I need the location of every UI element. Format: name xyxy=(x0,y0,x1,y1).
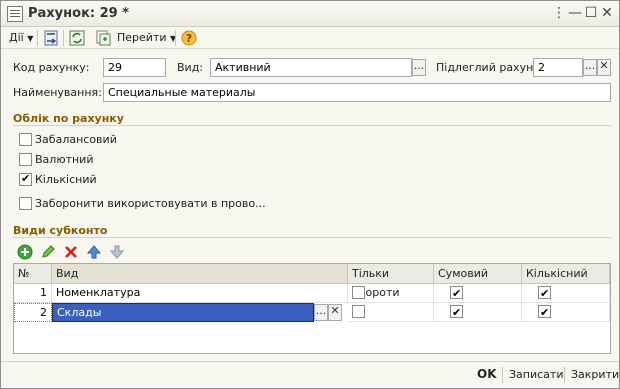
quantity-label: Кількісний xyxy=(35,173,97,186)
sum-cell[interactable] xyxy=(434,303,522,322)
toolbar-separator xyxy=(63,30,64,46)
row-kind-cell[interactable]: Номенклатура xyxy=(52,284,348,303)
toolbar-separator xyxy=(37,30,38,46)
account-dialog: Рахунок: 29 * ⋮ — ☐ ✕ Дії ▼ Перейти ▼ ? xyxy=(0,0,620,389)
off-balance-checkbox[interactable] xyxy=(19,133,32,146)
turnover-only-checkbox[interactable] xyxy=(352,286,365,299)
section-divider xyxy=(13,125,611,126)
close-button[interactable]: Закрити xyxy=(571,368,619,381)
kind-clear-button[interactable]: ✕ xyxy=(328,304,342,321)
window-title: Рахунок: 29 * xyxy=(28,6,130,21)
svg-text:?: ? xyxy=(186,32,192,45)
save-and-close-icon[interactable] xyxy=(43,30,59,46)
quantity-checkbox[interactable] xyxy=(19,172,32,186)
goto-menu[interactable]: Перейти ▼ xyxy=(117,29,176,47)
parent-label: Підлеглий рахун... xyxy=(436,61,544,74)
code-label: Код рахунку: xyxy=(13,61,90,74)
section-divider xyxy=(13,237,611,238)
parent-field[interactable]: 2 xyxy=(533,58,583,77)
code-field[interactable]: 29 xyxy=(103,58,166,77)
turnover-only-cell[interactable] xyxy=(348,303,434,322)
row-kind-edit-field[interactable]: Склады xyxy=(52,303,314,322)
accounting-section-title: Облік по рахунку xyxy=(13,112,124,125)
type-label: Вид: xyxy=(177,61,204,74)
move-down-icon[interactable] xyxy=(109,244,125,260)
kind-select-button[interactable]: ... xyxy=(314,304,328,321)
off-balance-label: Забалансовий xyxy=(35,133,117,146)
actions-menu-label: Дії xyxy=(9,31,24,44)
document-icon xyxy=(7,6,23,22)
actions-menu[interactable]: Дії ▼ xyxy=(9,29,33,47)
column-header-turnover-only[interactable]: Тільки обороти xyxy=(348,264,434,299)
sum-checkbox[interactable] xyxy=(450,285,463,303)
maximize-button[interactable]: ☐ xyxy=(583,5,599,21)
title-bar: Рахунок: 29 * ⋮ — ☐ ✕ xyxy=(1,1,619,27)
quantity-cell[interactable] xyxy=(522,284,610,303)
currency-label: Валютний xyxy=(35,153,94,166)
subconto-table: № Вид Тільки обороти Сумовий Кількісний … xyxy=(13,263,611,354)
quantity-row-checkbox[interactable] xyxy=(538,285,551,303)
move-up-icon[interactable] xyxy=(86,244,102,260)
quantity-cell[interactable] xyxy=(522,303,610,322)
goto-menu-label: Перейти xyxy=(117,31,167,44)
footer-separator xyxy=(564,367,565,383)
parent-clear-button[interactable]: ✕ xyxy=(597,59,611,76)
column-header-number[interactable]: № xyxy=(14,264,52,284)
help-icon[interactable]: ? xyxy=(181,30,197,46)
type-field[interactable]: Активний xyxy=(210,58,412,77)
parent-select-button[interactable]: ... xyxy=(583,59,597,76)
row-number: 1 xyxy=(14,284,52,303)
column-header-quantity[interactable]: Кількісний xyxy=(522,264,610,284)
currency-checkbox[interactable] xyxy=(19,153,32,166)
ok-button[interactable]: OK xyxy=(477,367,497,381)
sum-cell[interactable] xyxy=(434,284,522,303)
edit-icon[interactable] xyxy=(40,244,56,260)
save-button[interactable]: Записати xyxy=(509,368,563,381)
subconto-section-title: Види субконто xyxy=(13,224,108,237)
toolbar: Дії ▼ Перейти ▼ ? xyxy=(1,27,619,49)
dropdown-arrow-icon: ▼ xyxy=(27,34,34,43)
bottom-bar: OK Записати Закрити xyxy=(1,361,619,388)
row-number: 2 xyxy=(14,303,52,322)
more-icon[interactable]: ⋮ xyxy=(551,5,567,21)
close-window-button[interactable]: ✕ xyxy=(599,5,615,21)
turnover-only-cell[interactable] xyxy=(348,284,434,303)
add-icon[interactable] xyxy=(17,244,33,260)
turnover-only-checkbox[interactable] xyxy=(352,305,365,318)
refresh-icon[interactable] xyxy=(69,30,85,46)
delete-icon[interactable] xyxy=(63,244,79,260)
toolbar-separator xyxy=(175,30,176,46)
forbid-postings-label: Заборонити використовувати в прово... xyxy=(35,197,266,210)
name-label: Найменування: xyxy=(13,86,102,99)
type-select-button[interactable]: ... xyxy=(412,59,426,76)
forbid-postings-checkbox[interactable] xyxy=(19,197,32,210)
minimize-button[interactable]: — xyxy=(567,5,583,21)
quantity-row-checkbox[interactable] xyxy=(538,304,551,322)
column-header-kind[interactable]: Вид xyxy=(52,264,348,284)
footer-separator xyxy=(502,367,503,383)
column-header-sum[interactable]: Сумовий xyxy=(434,264,522,284)
copy-document-icon[interactable] xyxy=(95,30,111,46)
sum-checkbox[interactable] xyxy=(450,304,463,322)
name-field[interactable]: Специальные материалы xyxy=(103,83,611,102)
